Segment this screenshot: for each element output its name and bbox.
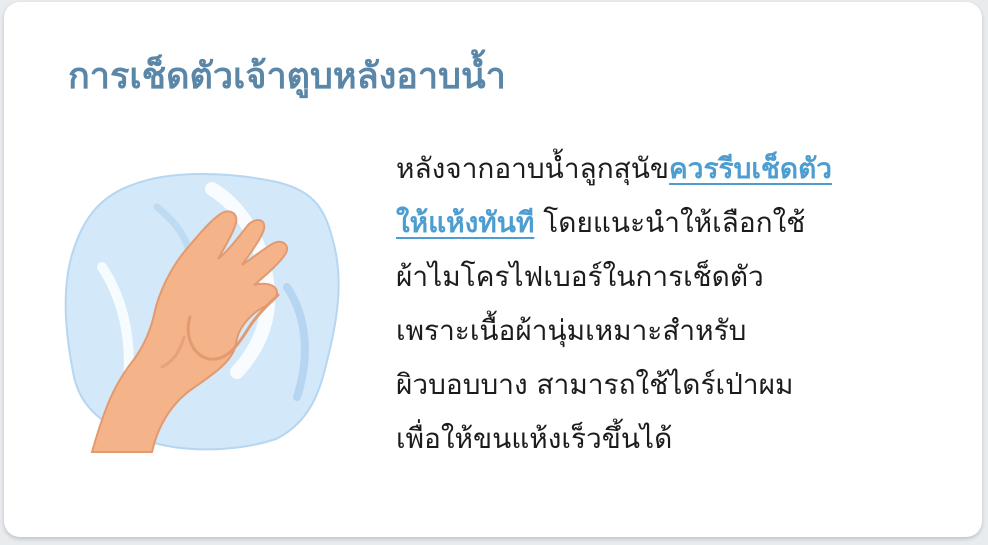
body-line-5: ผิวบอบบาง สามารถใช้ไดร์เป่าผม [396,368,794,401]
body-line-4: เพราะเนื้อผ้านุ่มเหมาะสำหรับ [396,314,747,347]
highlight-link: ให้แห้งทันที [396,206,535,239]
info-card: การเช็ดตัวเจ้าตูบหลังอาบน้ำ หลังจากอาบน้… [4,2,982,537]
card-title: การเช็ดตัวเจ้าตูบหลังอาบน้ำ [68,56,506,97]
body-line-6: เพื่อให้ขนแห้งเร็วขึ้นได้ [396,422,673,455]
body-text: หลังจากอาบน้ำลูกสุนัขควรรีบเช็ดตัว ให้แห… [396,142,956,466]
body-line-1: หลังจากอาบน้ำลูกสุนัขควรรีบเช็ดตัว [396,152,832,185]
body-line-3: ผ้าไมโครไฟเบอร์ในการเช็ดตัว [396,260,764,293]
towel-and-hand-icon [62,167,352,457]
highlight-link: ควรรีบเช็ดตัว [669,152,832,185]
body-line-2: ให้แห้งทันที โดยแนะนำให้เลือกใช้ [396,206,806,239]
